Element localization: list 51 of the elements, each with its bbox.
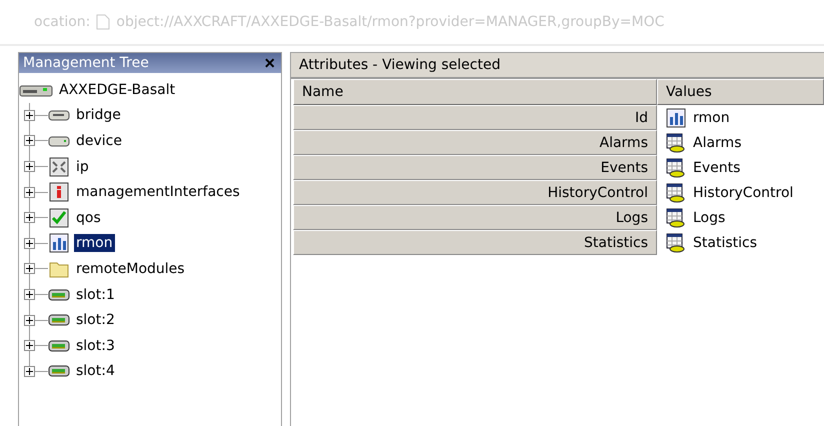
table-icon: [665, 208, 687, 228]
tree-item[interactable]: slot:1: [74, 286, 117, 304]
expand-button[interactable]: [24, 366, 35, 377]
column-header[interactable]: Values: [657, 79, 824, 105]
attribute-name: Statistics: [293, 230, 657, 255]
tree-item[interactable]: bridge: [74, 106, 123, 124]
attribute-value: Alarms: [693, 134, 742, 150]
tree-item[interactable]: rmon: [74, 234, 115, 252]
document-icon: [96, 14, 110, 30]
bar-chart-icon: [48, 233, 70, 254]
attribute-name: Logs: [293, 205, 657, 230]
attribute-name: Events: [293, 155, 657, 180]
checkmark-icon: [48, 208, 70, 228]
bar-chart-icon: [665, 108, 687, 128]
expand-button[interactable]: [24, 161, 35, 172]
expand-button[interactable]: [24, 289, 35, 300]
table-icon: [665, 158, 687, 178]
expand-button[interactable]: [24, 314, 35, 326]
table-icon: [665, 132, 687, 152]
expand-button[interactable]: [24, 238, 35, 249]
expand-button[interactable]: [24, 212, 35, 224]
tree-item[interactable]: slot:3: [74, 336, 117, 355]
column-header[interactable]: Name: [293, 79, 657, 105]
tree-item[interactable]: slot:2: [74, 311, 117, 330]
network-icon: [48, 156, 70, 177]
expand-button[interactable]: [24, 110, 35, 121]
expand-button[interactable]: [24, 340, 35, 352]
expand-button[interactable]: [24, 263, 35, 274]
tree-item[interactable]: ip: [74, 158, 91, 176]
attribute-name: Alarms: [293, 130, 657, 155]
tree-item[interactable]: remoteModules: [74, 260, 187, 278]
info-icon: [48, 182, 70, 202]
attribute-value: Statistics: [693, 234, 757, 250]
attribute-value: Events: [693, 160, 740, 176]
tree-item[interactable]: AXXEDGE-Basalt: [57, 80, 178, 99]
attribute-value: Logs: [693, 210, 726, 226]
expand-button[interactable]: [24, 135, 35, 146]
attribute-name: Id: [293, 105, 657, 130]
panel-title: Attributes - Viewing selected: [291, 53, 824, 79]
tree-item[interactable]: managementInterfaces: [74, 183, 242, 202]
table-icon: [665, 232, 687, 252]
expand-button[interactable]: [24, 186, 35, 198]
close-button[interactable]: ×: [264, 54, 275, 72]
attribute-value: HistoryControl: [693, 184, 794, 200]
tree-item[interactable]: qos: [74, 208, 103, 227]
attribute-value: rmon: [693, 110, 730, 126]
table-icon: [665, 182, 687, 202]
panel-title: Management Tree: [23, 55, 149, 71]
tree-item[interactable]: slot:4: [74, 362, 117, 380]
tree-item[interactable]: device: [74, 132, 124, 150]
attribute-name: HistoryControl: [293, 180, 657, 205]
